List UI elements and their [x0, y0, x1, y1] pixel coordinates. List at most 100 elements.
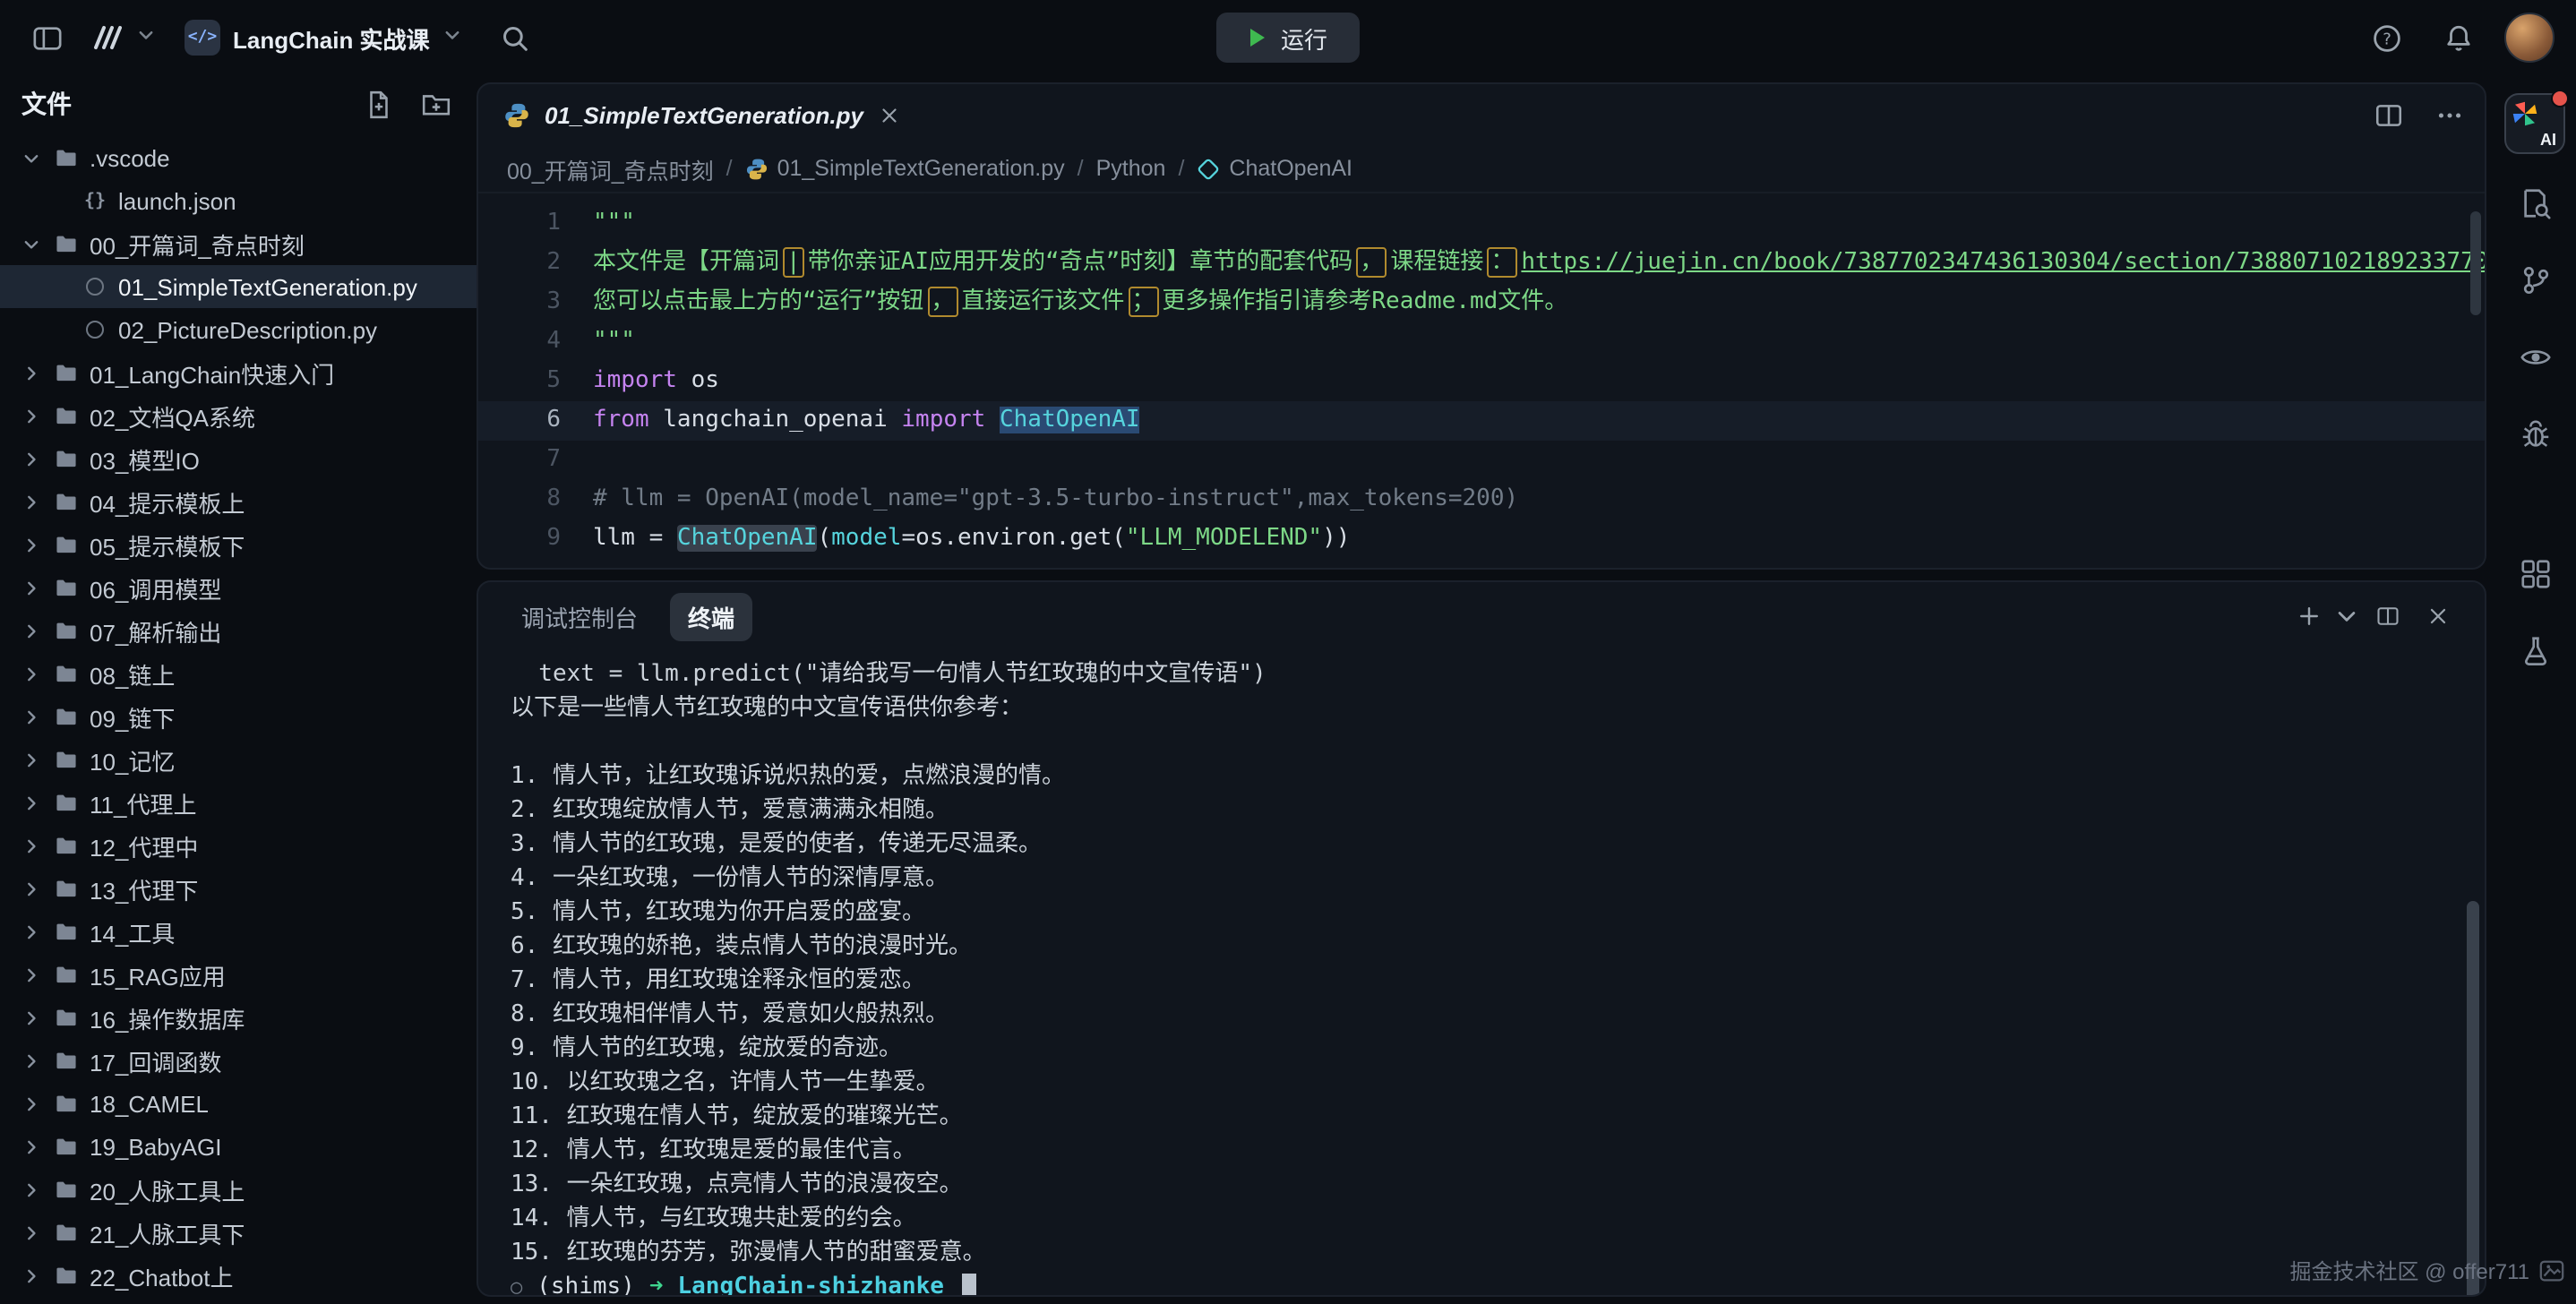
tree-item-label: 12_代理中 [90, 828, 198, 862]
code-link[interactable]: https://juejin.cn/book/73877023474361303… [1521, 249, 2485, 276]
tree-item[interactable]: 14_工具 [0, 910, 477, 953]
tree-item[interactable]: 15_RAG应用 [0, 953, 477, 996]
new-folder-icon[interactable] [416, 84, 455, 124]
chevron-right-icon [18, 1220, 43, 1245]
new-file-icon[interactable] [358, 84, 398, 124]
terminal[interactable]: text = llm.predict("请给我写一句情人节红玫瑰的中文宣传语")… [478, 650, 2485, 1295]
user-avatar[interactable] [2504, 13, 2555, 63]
flask-icon[interactable] [2515, 631, 2555, 670]
chevron-right-icon [18, 747, 43, 772]
editor-tab[interactable]: 01_SimpleTextGeneration.py [478, 84, 926, 145]
terminal-scrollbar-thumb[interactable] [2467, 901, 2479, 1295]
tree-item[interactable]: 01_SimpleTextGeneration.py [0, 265, 477, 308]
tree-item[interactable]: 19_BabyAGI [0, 1125, 477, 1168]
tree-item-label: 06_调用模型 [90, 570, 221, 605]
tab-terminal[interactable]: 终端 [670, 592, 752, 640]
close-panel-icon[interactable] [2417, 595, 2460, 638]
git-branch-icon[interactable] [2515, 260, 2555, 299]
split-terminal-icon[interactable] [2366, 595, 2409, 638]
tree-item[interactable]: 04_提示模板上 [0, 480, 477, 523]
bug-icon[interactable] [2515, 414, 2555, 453]
tree-item[interactable]: 09_链下 [0, 695, 477, 738]
tab-debug-console[interactable]: 调试控制台 [503, 592, 656, 640]
tree-item[interactable]: 07_解析输出 [0, 609, 477, 652]
file-tree: .vscode{}launch.json00_开篇词_奇点时刻 01_Simple… [0, 133, 477, 1297]
line-number: 5 [478, 362, 593, 401]
code-editor[interactable]: 1"""2本文件是【开篇词|带你亲证AI应用开发的“奇点”时刻】章节的配套代码，… [478, 193, 2485, 568]
code-token: 带你亲证AI应用开发的“奇点”时刻】章节的配套代码 [808, 249, 1353, 276]
help-icon[interactable]: ? [2361, 13, 2411, 63]
editor-tab-bar: 01_SimpleTextGeneration.py [478, 84, 2485, 145]
breadcrumb-item[interactable]: 01_SimpleTextGeneration.py [745, 156, 1065, 181]
explorer-title: 文件 [21, 86, 72, 122]
breadcrumb-label: 01_SimpleTextGeneration.py [777, 156, 1065, 181]
terminal-line: 5. 情人节，红玫瑰为你开启爱的盛宴。 [511, 896, 2442, 930]
code-token: """ [593, 328, 635, 355]
tree-item[interactable]: 16_操作数据库 [0, 996, 477, 1039]
panel-layout-icon[interactable] [21, 13, 72, 63]
more-actions-icon[interactable] [2424, 90, 2474, 140]
app-logo[interactable] [90, 18, 156, 57]
chevron-right-icon [18, 833, 43, 858]
folder-icon [52, 446, 81, 471]
tree-item[interactable]: .vscode [0, 136, 477, 179]
tree-item[interactable]: 00_开篇词_奇点时刻 [0, 222, 477, 265]
tree-item[interactable]: 08_链上 [0, 652, 477, 695]
tree-item-label: 13_代理下 [90, 871, 198, 905]
folder-icon [52, 1005, 81, 1030]
tree-item[interactable]: 02_PictureDescription.py [0, 308, 477, 351]
tree-item[interactable]: 03_模型IO [0, 437, 477, 480]
tree-item[interactable]: 22_Chatbot上 [0, 1254, 477, 1297]
run-button[interactable]: 运行 [1216, 13, 1360, 63]
project-switcher[interactable]: </> LangChain 实战课 [174, 14, 473, 61]
tree-item[interactable]: {}launch.json [0, 179, 477, 222]
editor-scrollbar-thumb[interactable] [2470, 211, 2481, 315]
code-token: 您可以点击最上方的“运行”按钮 [593, 288, 923, 315]
chevron-down-icon[interactable] [2334, 595, 2359, 638]
tree-item[interactable]: 01_LangChain快速入门 [0, 351, 477, 394]
tree-item[interactable]: 02_文档QA系统 [0, 394, 477, 437]
breadcrumb-item[interactable]: 00_开篇词_奇点时刻 [507, 151, 714, 185]
terminal-line: 9. 情人节的红玫瑰，绽放爱的奇迹。 [511, 1032, 2442, 1066]
extensions-icon[interactable] [2515, 553, 2555, 593]
bell-icon[interactable] [2433, 13, 2483, 63]
tree-item[interactable]: 10_记忆 [0, 738, 477, 781]
tree-item[interactable]: 17_回调函数 [0, 1039, 477, 1082]
tree-item[interactable]: 05_提示模板下 [0, 523, 477, 566]
tree-item[interactable]: 11_代理上 [0, 781, 477, 824]
tree-item[interactable]: 20_人脉工具上 [0, 1168, 477, 1211]
tree-item[interactable]: 21_人脉工具下 [0, 1211, 477, 1254]
tree-item[interactable]: 06_调用模型 [0, 566, 477, 609]
tree-item-label: 02_文档QA系统 [90, 399, 255, 433]
tree-item-label: 22_Chatbot上 [90, 1258, 233, 1292]
ai-label: AI [2540, 131, 2556, 149]
eye-icon[interactable] [2515, 337, 2555, 376]
tree-item-label: 18_CAMEL [90, 1090, 209, 1117]
tree-item-label: 19_BabyAGI [90, 1133, 221, 1160]
new-terminal-button[interactable] [2288, 595, 2359, 638]
file-icon [81, 274, 109, 299]
tree-item-label: 09_链下 [90, 699, 175, 734]
tree-item-label: launch.json [118, 187, 236, 214]
folder-icon [52, 145, 81, 170]
breadcrumb-item[interactable]: Python [1096, 156, 1166, 181]
close-icon[interactable] [878, 103, 901, 126]
code-token: =os.environ.get( [901, 525, 1125, 552]
tree-item[interactable]: 12_代理中 [0, 824, 477, 867]
chevron-right-icon [18, 704, 43, 729]
code-token: 更多操作指引请参考Readme.md文件。 [1162, 288, 1567, 315]
tree-item-label: 01_SimpleTextGeneration.py [118, 273, 417, 300]
tree-item[interactable]: 18_CAMEL [0, 1082, 477, 1125]
tree-item[interactable]: 13_代理下 [0, 867, 477, 910]
file-search-icon[interactable] [2515, 183, 2555, 222]
code-token: "LLM_MODELEND" [1126, 525, 1322, 552]
split-editor-icon[interactable] [2363, 90, 2413, 140]
folder-icon [52, 833, 81, 858]
breadcrumb-label: Python [1096, 156, 1166, 181]
line-number: 4 [478, 322, 593, 362]
tree-item-label: 05_提示模板下 [90, 528, 245, 562]
search-icon[interactable] [491, 13, 541, 63]
ai-assistant-button[interactable]: AI [2504, 93, 2565, 154]
breadcrumb-item[interactable]: ChatOpenAI [1197, 156, 1352, 181]
folder-icon [52, 919, 81, 944]
